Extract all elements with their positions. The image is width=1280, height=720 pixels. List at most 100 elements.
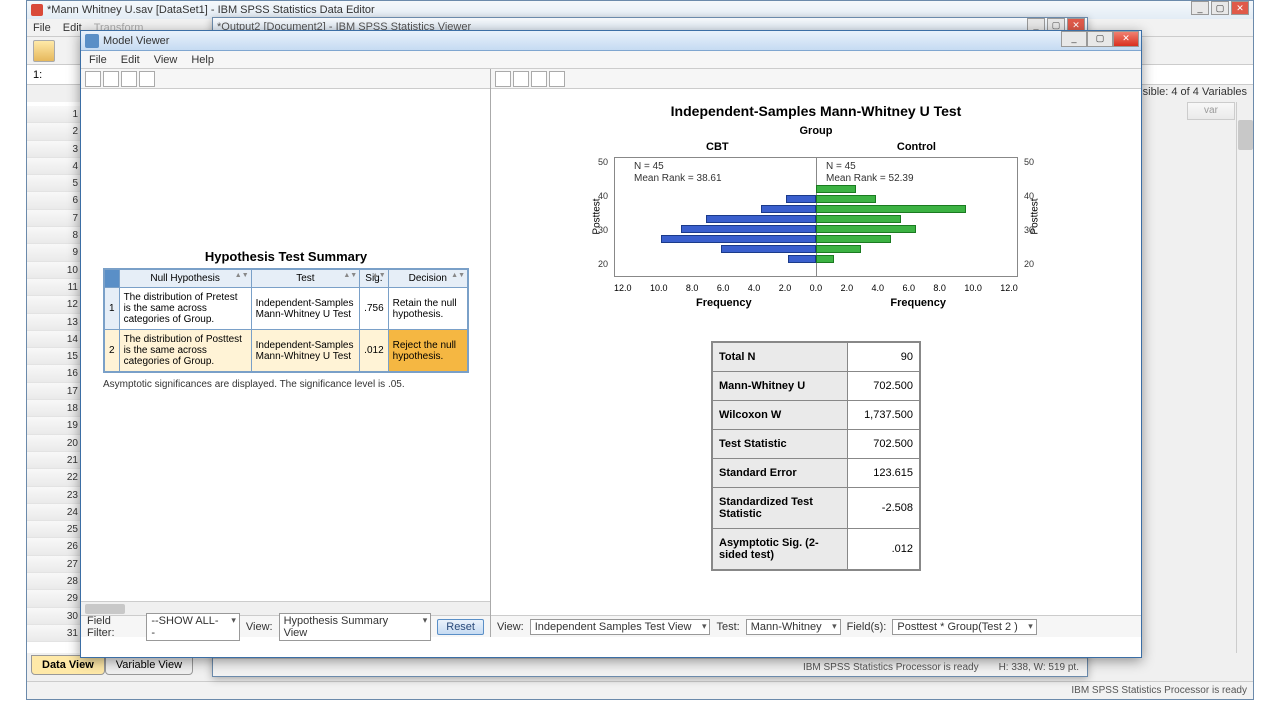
vertical-scrollbar[interactable]	[1236, 102, 1253, 653]
row-header[interactable]: 15	[27, 348, 86, 365]
x-axis-ticks: 12.0 10.0 8.0 6.0 4.0 2.0 0.0 2.0 4.0 6.…	[614, 283, 1018, 293]
maximize-button[interactable]: ▢	[1087, 31, 1113, 47]
hts-col-decision[interactable]: Decision▲▼	[388, 269, 468, 288]
model-viewer-title: Model Viewer	[103, 35, 169, 47]
left-pane: Hypothesis Test Summary Null Hypothesis▲…	[81, 69, 491, 637]
minimize-button[interactable]: _	[1191, 1, 1209, 15]
x-axis-label-left: Frequency	[696, 297, 752, 309]
right-view-combo[interactable]: Independent Samples Test View	[530, 619, 711, 635]
tab-data-view[interactable]: Data View	[31, 655, 105, 675]
export-icon[interactable]	[549, 71, 565, 87]
model-viewer-menubar: File Edit View Help	[81, 51, 1141, 69]
minimize-button[interactable]: _	[1061, 31, 1087, 47]
save-icon[interactable]	[513, 71, 529, 87]
row-header[interactable]: 14	[27, 331, 86, 348]
row-header[interactable]: 2	[27, 123, 86, 140]
x-axis-label-right: Frequency	[890, 297, 946, 309]
test-combo[interactable]: Mann-Whitney	[746, 619, 841, 635]
row-header[interactable]: 25	[27, 521, 86, 538]
open-icon[interactable]	[33, 40, 55, 62]
row-header[interactable]: 24	[27, 504, 86, 521]
hts-row-1[interactable]: 1 The distribution of Pretest is the sam…	[104, 288, 468, 330]
row-header[interactable]: 10	[27, 262, 86, 279]
row-header[interactable]: 30	[27, 608, 86, 625]
mv-menu-edit[interactable]: Edit	[121, 51, 140, 68]
close-button[interactable]: ✕	[1113, 31, 1139, 47]
row-header[interactable]: 11	[27, 279, 86, 296]
mv-menu-file[interactable]: File	[89, 51, 107, 68]
export-icon[interactable]	[139, 71, 155, 87]
test-label: Test:	[716, 621, 739, 633]
right-view-label: View:	[497, 621, 524, 633]
field-filter-combo[interactable]: --SHOW ALL--	[146, 613, 240, 641]
right-pane: Independent-Samples Mann-Whitney U Test …	[491, 69, 1141, 637]
spss-icon	[31, 4, 43, 16]
row-header[interactable]: 7	[27, 210, 86, 227]
row-header[interactable]: 12	[27, 296, 86, 313]
chart-group-label: Group	[491, 125, 1141, 137]
right-pane-toolbar	[491, 69, 1141, 89]
hts-col-test[interactable]: Test▲▼	[251, 269, 360, 288]
left-pane-toolbar	[81, 69, 490, 89]
row-header[interactable]: 6	[27, 192, 86, 209]
row-header[interactable]: 23	[27, 487, 86, 504]
model-viewer-icon	[85, 34, 99, 48]
row-header[interactable]: 31	[27, 625, 86, 642]
row-header[interactable]: 27	[27, 556, 86, 573]
hts-title: Hypothesis Test Summary	[103, 249, 469, 264]
group-control-label: Control	[897, 141, 936, 153]
right-pane-content: Independent-Samples Mann-Whitney U Test …	[491, 89, 1141, 615]
row-header[interactable]: 28	[27, 573, 86, 590]
row-header[interactable]: 20	[27, 435, 86, 452]
hts-footnote: Asymptotic significances are displayed. …	[103, 379, 469, 390]
row-header[interactable]: 17	[27, 383, 86, 400]
ov-status-right: H: 338, W: 519 pt.	[999, 662, 1079, 673]
hts-col-nullhyp[interactable]: Null Hypothesis▲▼	[119, 269, 251, 288]
ov-status-left: IBM SPSS Statistics Processor is ready	[803, 662, 979, 673]
hts-table[interactable]: Null Hypothesis▲▼ Test▲▼ Sig.▲▼ Decision…	[103, 268, 469, 373]
data-editor-title: *Mann Whitney U.sav [DataSet1] - IBM SPS…	[47, 4, 375, 16]
visible-vars-label: Visible: 4 of 4 Variables	[1133, 86, 1247, 98]
copy-icon[interactable]	[85, 71, 101, 87]
row-header[interactable]: 3	[27, 141, 86, 158]
save-icon[interactable]	[103, 71, 119, 87]
row-header[interactable]: 22	[27, 469, 86, 486]
maximize-button[interactable]: ▢	[1211, 1, 1229, 15]
print-icon[interactable]	[121, 71, 137, 87]
model-viewer-titlebar: Model Viewer _ ▢ ✕	[81, 31, 1141, 51]
left-pane-footer: Field Filter: --SHOW ALL-- View: Hypothe…	[81, 615, 490, 637]
hts-col-sig[interactable]: Sig.▲▼	[360, 269, 388, 288]
row-header[interactable]: 21	[27, 452, 86, 469]
left-view-label: View:	[246, 621, 273, 633]
mv-menu-view[interactable]: View	[154, 51, 178, 68]
row-header[interactable]: 26	[27, 538, 86, 555]
hts-row-2[interactable]: 2 The distribution of Posttest is the sa…	[104, 330, 468, 373]
row-header[interactable]: 18	[27, 400, 86, 417]
row-header[interactable]: 16	[27, 365, 86, 382]
fields-combo[interactable]: Posttest * Group(Test 2 )	[892, 619, 1036, 635]
mv-menu-help[interactable]: Help	[191, 51, 214, 68]
close-button[interactable]: ✕	[1231, 1, 1249, 15]
row-header[interactable]: 5	[27, 175, 86, 192]
reset-button[interactable]: Reset	[437, 619, 484, 635]
row-header[interactable]: 9	[27, 244, 86, 261]
row-header[interactable]: 1	[27, 106, 86, 123]
tab-variable-view[interactable]: Variable View	[105, 655, 193, 675]
hypothesis-test-summary: Hypothesis Test Summary Null Hypothesis▲…	[103, 249, 469, 390]
print-icon[interactable]	[531, 71, 547, 87]
var-column-header[interactable]: var	[1187, 102, 1235, 120]
menu-file[interactable]: File	[33, 19, 51, 36]
output-viewer-statusbar: IBM SPSS Statistics Processor is ready H…	[213, 658, 1087, 676]
copy-icon[interactable]	[495, 71, 511, 87]
left-pane-content: Hypothesis Test Summary Null Hypothesis▲…	[81, 89, 490, 615]
test-statistics-table: Total N90 Mann-Whitney U702.500 Wilcoxon…	[711, 341, 921, 571]
row-header[interactable]: 19	[27, 417, 86, 434]
menu-edit[interactable]: Edit	[63, 19, 82, 36]
chart-area: CBT Control Posttest Posttest N = 45 Mea…	[596, 141, 1036, 321]
row-header[interactable]: 29	[27, 590, 86, 607]
row-header[interactable]: 4	[27, 158, 86, 175]
row-header[interactable]: 13	[27, 314, 86, 331]
status-text: IBM SPSS Statistics Processor is ready	[1071, 685, 1247, 696]
left-view-combo[interactable]: Hypothesis Summary View	[279, 613, 432, 641]
row-header[interactable]: 8	[27, 227, 86, 244]
